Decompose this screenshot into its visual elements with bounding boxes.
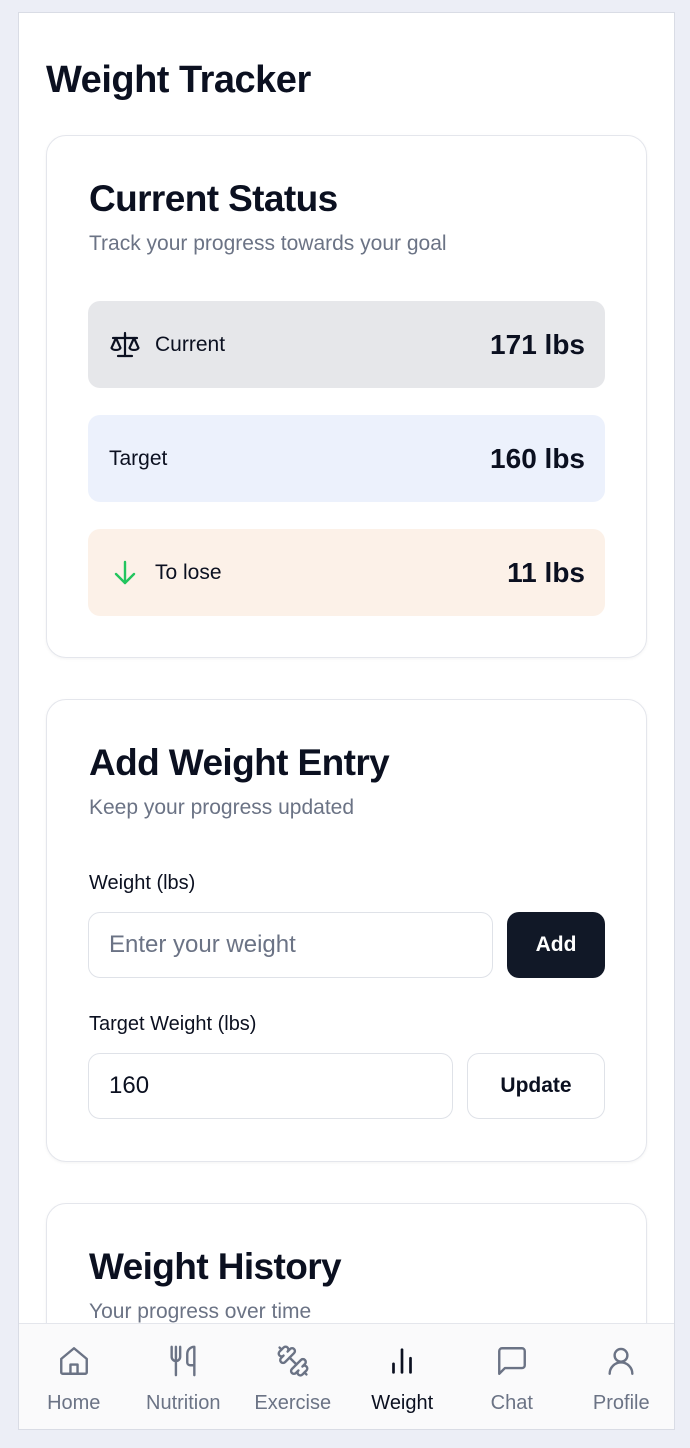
user-icon: [604, 1344, 638, 1378]
weight-input[interactable]: [88, 912, 493, 978]
to-lose-value: 11 lbs: [507, 556, 585, 588]
nav-label-exercise: Exercise: [254, 1392, 332, 1414]
weight-field-label: Weight (lbs): [89, 872, 196, 894]
nav-item-nutrition[interactable]: Nutrition: [129, 1324, 239, 1429]
chat-icon: [495, 1344, 529, 1378]
nav-label-nutrition: Nutrition: [146, 1392, 221, 1414]
to-lose-stat: To lose 11 lbs: [88, 529, 605, 616]
nav-item-chat[interactable]: Chat: [457, 1324, 567, 1429]
nav-item-profile[interactable]: Profile: [567, 1324, 675, 1429]
add-weight-entry-card: Add Weight Entry Keep your progress upda…: [46, 699, 647, 1162]
target-weight-field-label: Target Weight (lbs): [89, 1013, 257, 1035]
current-weight-value: 171 lbs: [490, 328, 585, 360]
home-icon: [57, 1344, 91, 1378]
app-frame: Weight Tracker Current Status Track your…: [18, 12, 675, 1430]
add-weight-entry-subtitle: Keep your progress updated: [89, 796, 355, 819]
update-target-button[interactable]: Update: [467, 1053, 605, 1119]
scale-icon: [109, 331, 141, 359]
target-weight-input[interactable]: [88, 1053, 453, 1119]
weight-history-title: Weight History: [89, 1246, 342, 1287]
nav-label-profile: Profile: [592, 1392, 650, 1414]
page-title: Weight Tracker: [46, 59, 311, 101]
weight-history-subtitle: Your progress over time: [89, 1300, 312, 1323]
current-weight-label: Current: [155, 332, 226, 356]
nav-label-weight: Weight: [371, 1392, 434, 1414]
utensils-icon: [166, 1344, 200, 1378]
add-weight-button[interactable]: Add: [507, 912, 605, 978]
target-weight-value: 160 lbs: [490, 442, 585, 474]
add-weight-entry-title: Add Weight Entry: [89, 742, 390, 783]
bottom-nav: Home Nutrition Exercise Weight Chat Prof…: [19, 1323, 675, 1429]
current-status-card: Current Status Track your progress towar…: [46, 135, 647, 658]
bar-chart-icon: [385, 1344, 419, 1378]
dumbbell-icon: [276, 1344, 310, 1378]
target-weight-label: Target: [109, 446, 168, 470]
nav-label-home: Home: [47, 1392, 101, 1414]
current-status-subtitle: Track your progress towards your goal: [89, 232, 447, 255]
current-weight-stat: Current 171 lbs: [88, 301, 605, 388]
nav-label-chat: Chat: [490, 1392, 533, 1414]
nav-item-weight[interactable]: Weight: [348, 1324, 458, 1429]
target-weight-stat: Target 160 lbs: [88, 415, 605, 502]
nav-item-exercise[interactable]: Exercise: [238, 1324, 348, 1429]
nav-item-home[interactable]: Home: [19, 1324, 129, 1429]
to-lose-label: To lose: [155, 560, 222, 584]
arrow-down-icon: [109, 559, 141, 587]
current-status-title: Current Status: [89, 178, 338, 219]
